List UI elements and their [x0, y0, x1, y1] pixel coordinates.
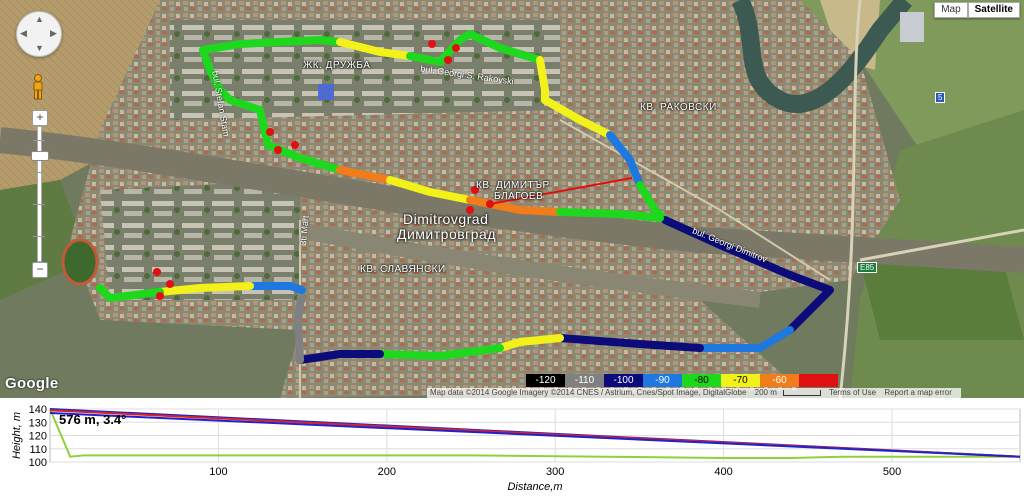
scale-label: 200 m — [754, 388, 777, 397]
x-axis-label: Distance,m — [507, 481, 562, 493]
road-shield-5: 5 — [935, 92, 946, 103]
zoom-tick — [33, 140, 45, 141]
attribution-imagery: Map data ©2014 Google Imagery ©2014 CNES… — [430, 388, 747, 397]
y-tick-label: 120 — [29, 431, 47, 443]
zoom-in-button[interactable]: + — [32, 110, 48, 126]
legend-swatch: -110 — [565, 374, 604, 387]
place-dimitar-blagoev-2: БЛАГОЕВ — [494, 191, 544, 202]
x-tick-label: 300 — [546, 466, 564, 478]
profile-tooltip: 576 m, 3.4° — [59, 412, 127, 427]
signal-legend: -120 -110 -100 -90 -80 -70 -60 — [526, 374, 838, 387]
city-label-cyrillic: Димитровград — [397, 226, 497, 242]
city-label-latin: Dimitrovgrad — [403, 211, 489, 227]
y-axis-label: Height, m — [11, 412, 23, 459]
place-druzhba: ЖК. ДРУЖБА — [303, 60, 371, 71]
zoom-slider-thumb[interactable] — [31, 151, 49, 161]
legend-swatch: -80 — [682, 374, 721, 387]
map-type-map-button[interactable]: Map — [934, 2, 968, 18]
legend-swatch: -100 — [604, 374, 643, 387]
x-tick-label: 500 — [883, 466, 901, 478]
y-tick-label: 100 — [29, 457, 47, 469]
y-tick-label: 130 — [29, 417, 47, 429]
pan-down-icon[interactable]: ▼ — [35, 44, 44, 53]
pan-left-icon[interactable]: ◀ — [20, 29, 27, 38]
zoom-tick — [33, 172, 45, 173]
zoom-slider-track[interactable] — [37, 126, 42, 262]
x-tick-label: 100 — [209, 466, 227, 478]
map-attribution: Map data ©2014 Google Imagery ©2014 CNES… — [427, 388, 961, 398]
map-type-satellite-button[interactable]: Satellite — [967, 2, 1020, 18]
y-tick-label: 110 — [29, 444, 47, 456]
legend-swatch: -90 — [643, 374, 682, 387]
place-rakovski: КВ. РАКОВСКИ — [640, 102, 717, 113]
legend-swatch — [799, 374, 838, 387]
zoom-tick — [33, 204, 45, 205]
terms-of-use-link[interactable]: Terms of Use — [829, 388, 876, 397]
zoom-tick — [33, 236, 45, 237]
google-logo: Google — [5, 375, 59, 392]
scale-bar — [782, 389, 821, 396]
elevation-profile[interactable]: 100 200 300 400 500 100 110 120 130 140 Distance,m… — [0, 398, 1024, 500]
report-map-error-link[interactable]: Report a map error — [884, 388, 952, 397]
legend-swatch: -70 — [721, 374, 760, 387]
road-shield-e85: E85 — [857, 262, 878, 273]
pan-right-icon[interactable]: ▶ — [50, 29, 57, 38]
street-view-pegman-icon[interactable] — [30, 74, 46, 100]
pan-control[interactable]: ▲ ▼ ◀ ▶ — [16, 11, 62, 57]
y-tick-label: 140 — [29, 404, 47, 416]
zoom-out-button[interactable]: − — [32, 262, 48, 278]
legend-swatch: -120 — [526, 374, 565, 387]
place-dimitar-blagoev-1: КВ. ДИМИТЪР — [476, 180, 550, 191]
x-tick-label: 400 — [714, 466, 732, 478]
x-tick-label: 200 — [378, 466, 396, 478]
elevation-chart: 100 200 300 400 500100110120130140Distance,m… — [11, 404, 1021, 493]
legend-swatch: -60 — [760, 374, 799, 387]
place-slavyanski: КВ. СЛАВЯНСКИ — [360, 264, 446, 275]
pan-up-icon[interactable]: ▲ — [35, 15, 44, 24]
map-view[interactable]: ЖК. ДРУЖБА КВ. РАКОВСКИ КВ. ДИМИТЪР БЛАГ… — [0, 0, 1024, 398]
map-type-control: Map Satellite — [934, 2, 1020, 18]
